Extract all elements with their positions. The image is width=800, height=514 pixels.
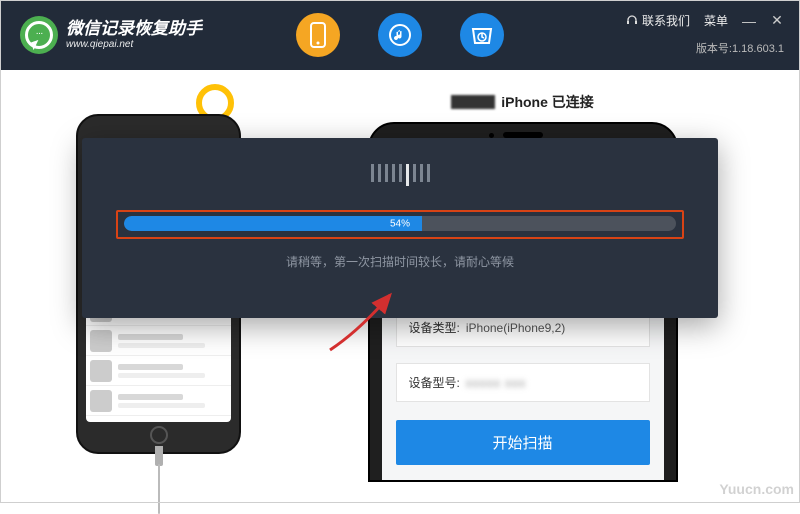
device-model-field: 设备型号: xxxxx xxx [396, 363, 650, 402]
progress-bar: 54% [124, 216, 676, 231]
logo-block: 微信记录恢复助手 www.qiepai.net [20, 16, 202, 54]
connection-title: iPhone 已连接 [281, 92, 764, 112]
window-close-button[interactable]: ✕ [770, 12, 784, 29]
progress-dialog: 54% 请稍等，第一次扫描时间较长，请耐心等候 [82, 138, 718, 318]
nav-phone-button[interactable] [296, 13, 340, 57]
watermark: Yuucn.com [719, 481, 794, 497]
censored-text [451, 95, 495, 109]
nav-icons [296, 13, 504, 57]
app-header: 微信记录恢复助手 www.qiepai.net 联系我们 菜单 — ✕ 版本号:… [0, 0, 800, 70]
version-label: 版本号:1.18.603.1 [696, 40, 784, 56]
wechat-logo-icon [20, 16, 58, 54]
headset-icon [626, 15, 638, 27]
menu-link[interactable]: 菜单 [704, 12, 728, 29]
loading-bars-icon [116, 164, 684, 186]
wait-message: 请稍等，第一次扫描时间较长，请耐心等候 [116, 253, 684, 270]
app-title: 微信记录恢复助手 [66, 20, 202, 39]
app-url: www.qiepai.net [66, 39, 202, 50]
device-model-value: xxxxx xxx [466, 376, 526, 390]
contact-label: 联系我们 [642, 12, 690, 29]
progress-highlight-box: 54% [116, 210, 684, 239]
nav-music-button[interactable] [378, 13, 422, 57]
device-type-value: iPhone(iPhone9,2) [466, 321, 565, 335]
cable-icon [155, 446, 163, 466]
start-scan-button[interactable]: 开始扫描 [396, 420, 650, 465]
progress-percent: 54% [390, 218, 410, 229]
home-button-icon [150, 426, 168, 444]
contact-us-link[interactable]: 联系我们 [626, 12, 690, 29]
nav-restore-button[interactable] [460, 13, 504, 57]
window-minimize-button[interactable]: — [742, 13, 756, 29]
progress-fill [124, 216, 422, 231]
